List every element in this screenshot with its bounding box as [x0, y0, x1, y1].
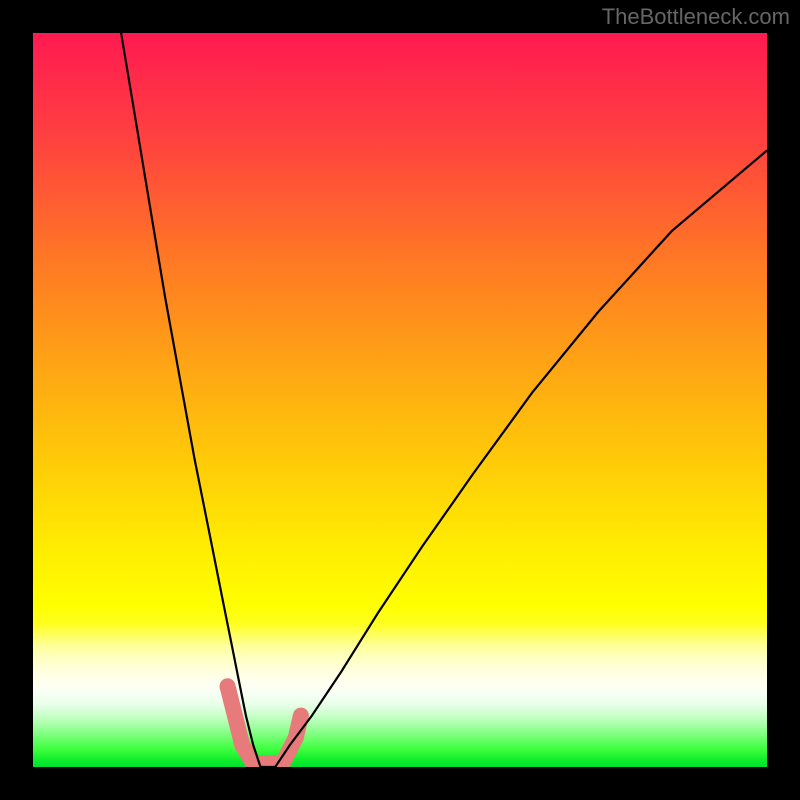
chart-plot-area	[33, 33, 767, 767]
chart-svg	[33, 33, 767, 767]
watermark-text: TheBottleneck.com	[602, 4, 790, 30]
bottleneck-curve	[121, 33, 767, 767]
highlight-marker	[228, 686, 301, 763]
